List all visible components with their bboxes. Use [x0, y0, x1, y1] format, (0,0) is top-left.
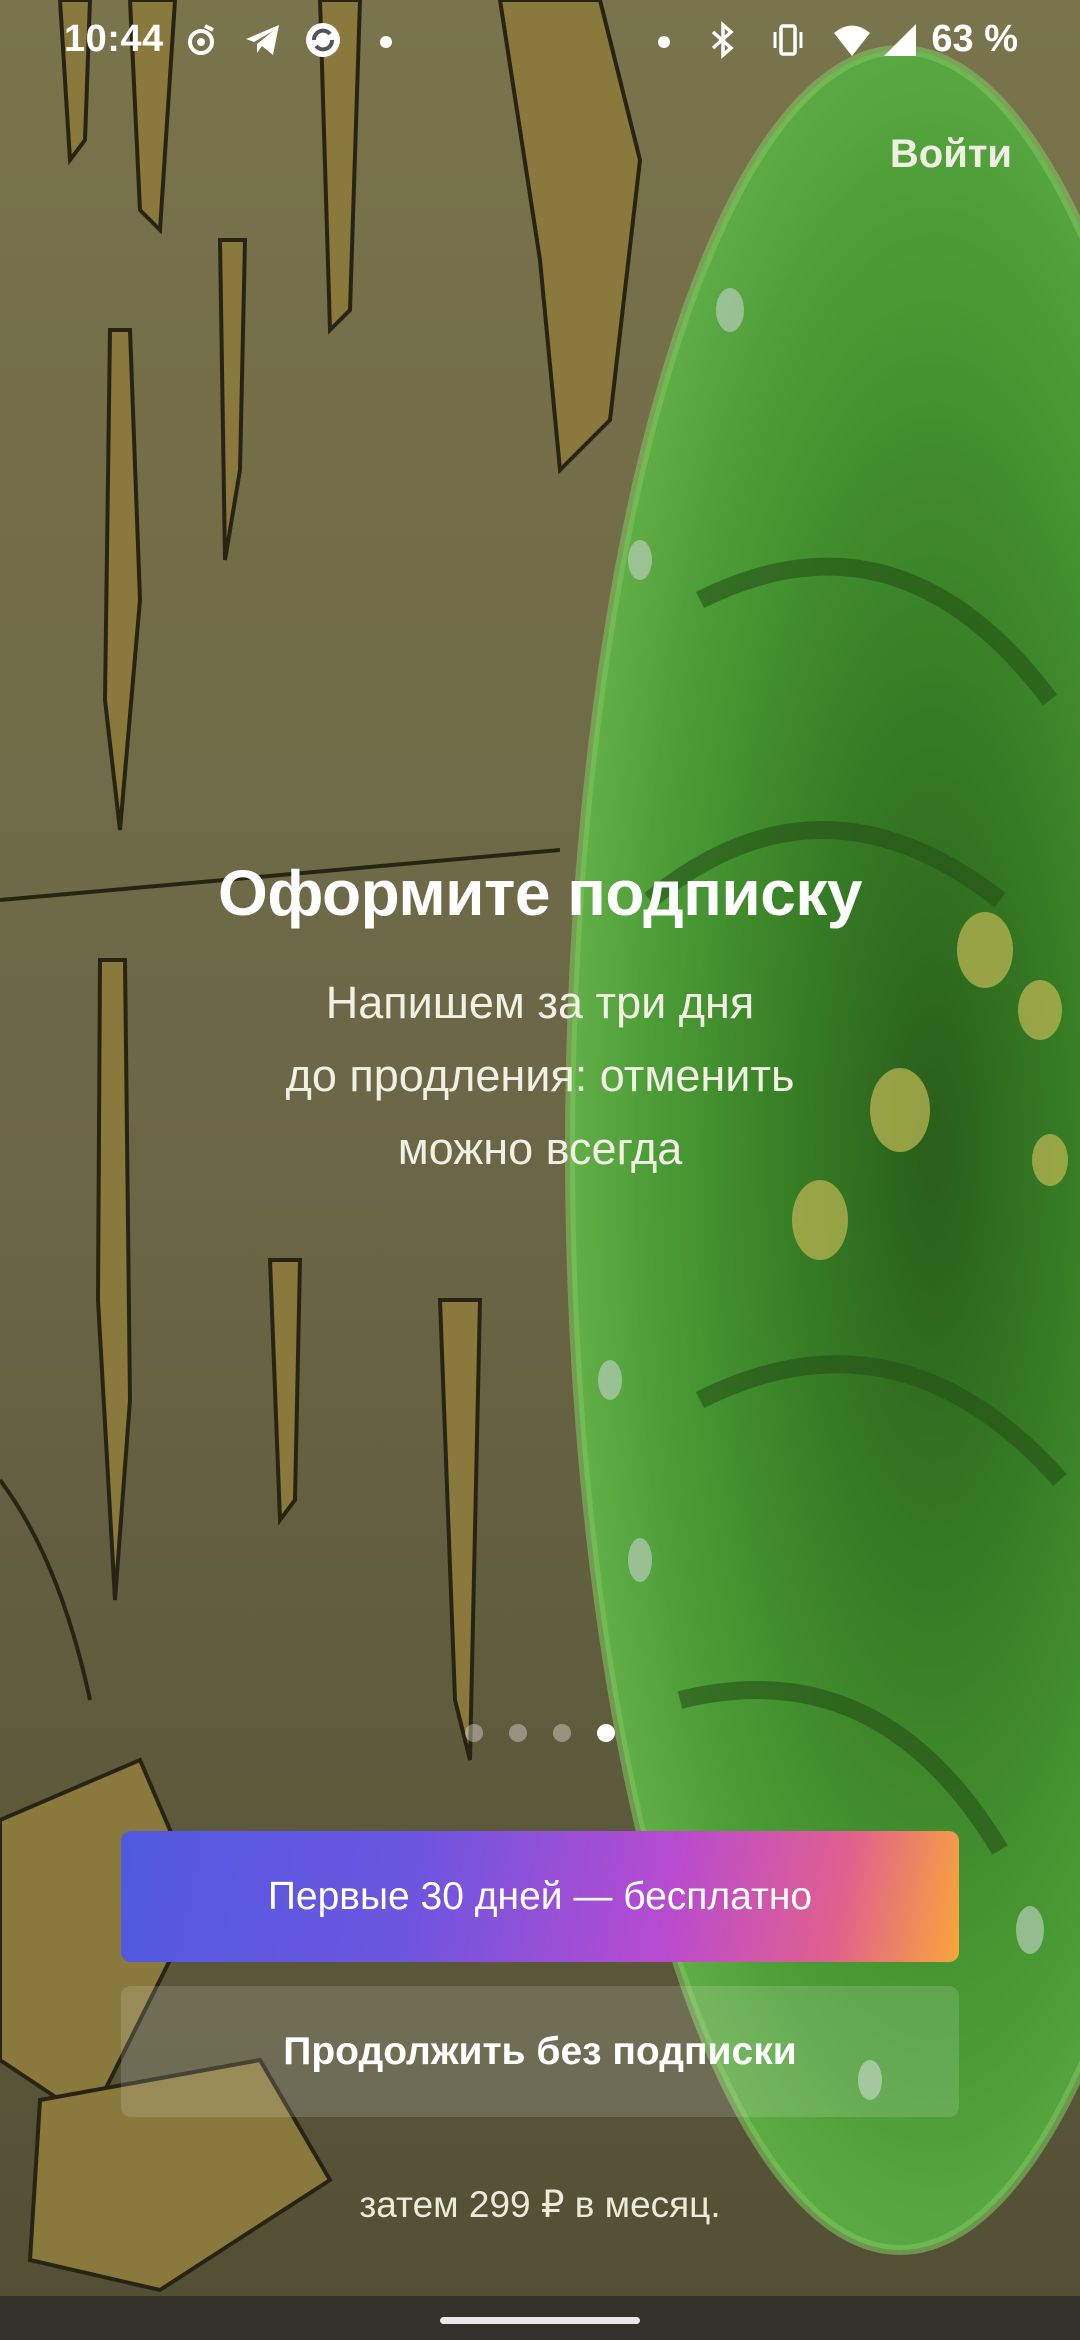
- notification-dot-icon: [380, 36, 392, 48]
- sync-app-icon: [306, 23, 340, 57]
- continue-without-subscription-button[interactable]: Продолжить без подписки: [121, 1986, 959, 2117]
- status-time: 10:44: [64, 18, 164, 60]
- page-dot-2[interactable]: [509, 1724, 527, 1742]
- status-bar: 10:44 63 %: [0, 0, 1080, 84]
- bluetooth-icon: [711, 21, 734, 59]
- page-dot-3[interactable]: [553, 1724, 571, 1742]
- continue-button-label: Продолжить без подписки: [283, 2029, 797, 2073]
- telegram-icon: [246, 25, 279, 55]
- battery-percent: 63 %: [931, 18, 1018, 60]
- subtitle-line: Напишем за три дня: [325, 977, 755, 1028]
- signal-icon: [884, 24, 916, 56]
- price-note: затем 299 ₽ в месяц.: [359, 2184, 721, 2225]
- subtitle: Напишем за три дня до продления: отменит…: [200, 966, 880, 1185]
- wifi-icon: [834, 25, 870, 56]
- home-gesture-handle[interactable]: [440, 2317, 640, 2324]
- subtitle-line: можно всегда: [397, 1123, 683, 1174]
- login-button[interactable]: Войти: [890, 132, 1012, 177]
- page-dot-1[interactable]: [465, 1724, 483, 1742]
- free-trial-button[interactable]: Первые 30 дней — бесплатно: [121, 1831, 959, 1962]
- page-title: Оформите подписку: [218, 857, 862, 929]
- page-indicator: [0, 1724, 1080, 1744]
- vibrate-icon: [773, 24, 803, 56]
- subtitle-line: до продления: отменить: [285, 1050, 795, 1101]
- page-dot-4-active[interactable]: [597, 1724, 615, 1742]
- notification-dot-icon: [658, 36, 670, 48]
- navigation-bar: [0, 2296, 1080, 2340]
- free-trial-button-label: Первые 30 дней — бесплатно: [267, 1874, 813, 1918]
- music-note-icon: [188, 24, 214, 55]
